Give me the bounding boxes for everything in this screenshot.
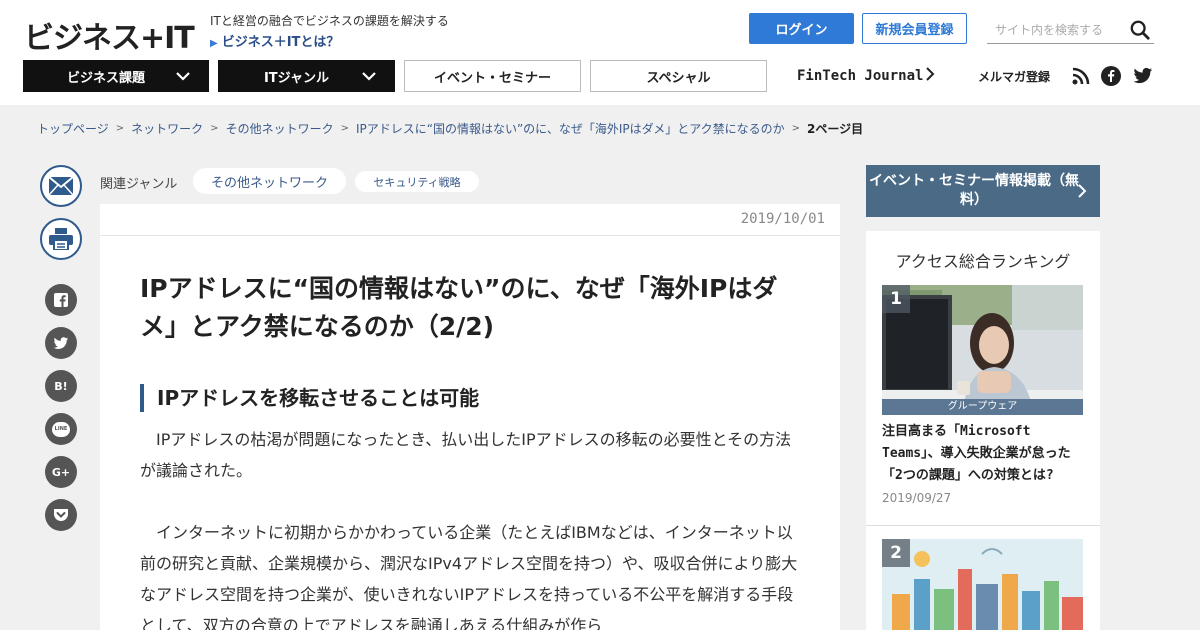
nav-event[interactable]: イベント・セミナー — [404, 60, 581, 92]
login-button[interactable]: ログイン — [749, 13, 854, 44]
search-box — [987, 17, 1154, 44]
share-mail-button[interactable] — [40, 165, 82, 207]
breadcrumb-separator: > — [340, 123, 349, 134]
triangle-right-icon: ▶ — [210, 38, 218, 49]
search-icon[interactable] — [1129, 19, 1151, 41]
share-google-plus-button[interactable]: G+ — [45, 456, 77, 488]
article-subheading: IPアドレスを移転させることは可能 — [140, 384, 479, 412]
share-hatena-button[interactable]: B! — [45, 370, 77, 402]
article-paragraph: IPアドレスの枯渇が問題になったとき、払い出したIPアドレスの移転の必要性とその… — [140, 430, 792, 480]
office-worker-photo — [882, 285, 1083, 415]
search-input[interactable] — [995, 19, 1125, 41]
nav-it-genre-dropdown[interactable]: ITジャンル — [218, 60, 395, 92]
twitter-icon[interactable] — [1133, 66, 1153, 86]
pocket-icon — [54, 508, 68, 521]
breadcrumb-separator: > — [791, 123, 801, 134]
ranking-title: アクセス総合ランキング — [895, 252, 1071, 271]
genre-tag[interactable]: その他ネットワーク — [193, 168, 346, 194]
article-date: 2019/10/01 — [740, 211, 825, 227]
nav-fintech[interactable]: FinTech Journal — [797, 67, 935, 84]
rank-badge: 2 — [882, 539, 910, 567]
nav-business-dropdown[interactable]: ビジネス課題 — [23, 60, 209, 92]
nav-it-genre-label: ITジャンル — [263, 70, 330, 86]
nav-newsletter[interactable]: メルマガ登録 — [978, 68, 1050, 85]
chevron-right-icon — [926, 67, 935, 81]
about-link[interactable]: ▶ ビジネス＋ITとは？ — [210, 31, 339, 50]
share-line-button[interactable]: LINE — [45, 413, 77, 445]
article-title: IPアドレスに“国の情報はない”のに、なぜ「海外IPはダメ」とアク禁になるのか（… — [140, 274, 778, 341]
register-button[interactable]: 新規会員登録 — [862, 13, 967, 44]
google-plus-icon: G+ — [51, 465, 71, 479]
line-icon: LINE — [52, 421, 70, 437]
related-genre-label: 関連ジャンル — [100, 177, 178, 192]
article-date-bar: 2019/10/01 — [100, 204, 840, 236]
rank-badge: 1 — [882, 285, 910, 313]
breadcrumb-item-article[interactable]: IPアドレスに“国の情報はない”のに、なぜ「海外IPはダメ」とアク禁になるのか — [356, 120, 785, 137]
hatena-bookmark-icon: B! — [54, 379, 68, 393]
article-body: 2019/10/01 IPアドレスに“国の情報はない”のに、なぜ「海外IPはダメ… — [100, 204, 840, 630]
share-pocket-button[interactable] — [45, 499, 77, 531]
breadcrumb-current: 2ページ目 — [807, 122, 864, 136]
smart-city-illustration — [882, 539, 1083, 630]
about-link-label: ビジネス＋ITとは？ — [221, 35, 340, 50]
event-listing-button[interactable]: イベント・セミナー情報掲載（無料） — [866, 165, 1100, 217]
breadcrumb-separator: > — [115, 123, 125, 134]
nav-fintech-label: FinTech Journal — [797, 68, 924, 84]
chevron-down-icon — [176, 72, 190, 81]
printer-icon — [49, 228, 73, 250]
ranking-item-image[interactable]: 2 — [882, 539, 1083, 630]
access-ranking: アクセス総合ランキング 1 グループウェア 注目高まる「Microsoft Te… — [866, 231, 1100, 630]
rss-icon[interactable] — [1071, 66, 1091, 86]
site-tagline: ITと経営の融合でビジネスの課題を解決する — [210, 14, 449, 28]
breadcrumb-item-network[interactable]: ネットワーク — [131, 120, 203, 137]
ranking-item-date: 2019/09/27 — [882, 491, 952, 505]
ranking-item-title[interactable]: 注目高まる「Microsoft Teams」、導入失敗企業が怠った「2つの課題」… — [882, 421, 1086, 487]
facebook-icon — [54, 293, 68, 307]
ranking-item-image[interactable]: 1 グループウェア — [882, 285, 1083, 415]
breadcrumb: トップページ > ネットワーク > その他ネットワーク > IPアドレスに“国の… — [37, 120, 863, 137]
rank-category: グループウェア — [882, 399, 1083, 415]
chevron-down-icon — [362, 72, 376, 81]
site-header: ビジネス+IT ITと経営の融合でビジネスの課題を解決する ▶ ビジネス＋ITとは… — [0, 0, 1200, 105]
share-facebook-button[interactable] — [45, 284, 77, 316]
article-paragraph: インターネットに初期からかかわっている企業（たとえばIBMなどは、インターネット… — [140, 523, 798, 630]
breadcrumb-item-top[interactable]: トップページ — [37, 120, 109, 137]
site-logo[interactable]: ビジネス+IT — [24, 13, 195, 57]
chevron-right-icon — [1078, 184, 1087, 198]
twitter-icon — [53, 336, 69, 349]
nav-special[interactable]: スペシャル — [590, 60, 767, 92]
genre-tag[interactable]: セキュリティ戦略 — [355, 171, 479, 192]
print-button[interactable] — [40, 218, 82, 260]
breadcrumb-separator: > — [210, 123, 219, 134]
share-twitter-button[interactable] — [45, 327, 77, 359]
nav-business-label: ビジネス課題 — [66, 70, 145, 86]
divider — [866, 525, 1100, 526]
breadcrumb-item-other-network[interactable]: その他ネットワーク — [226, 120, 334, 137]
event-listing-label: イベント・セミナー情報掲載（無料） — [869, 173, 1079, 208]
mail-icon — [48, 176, 74, 196]
facebook-icon[interactable] — [1101, 66, 1121, 86]
